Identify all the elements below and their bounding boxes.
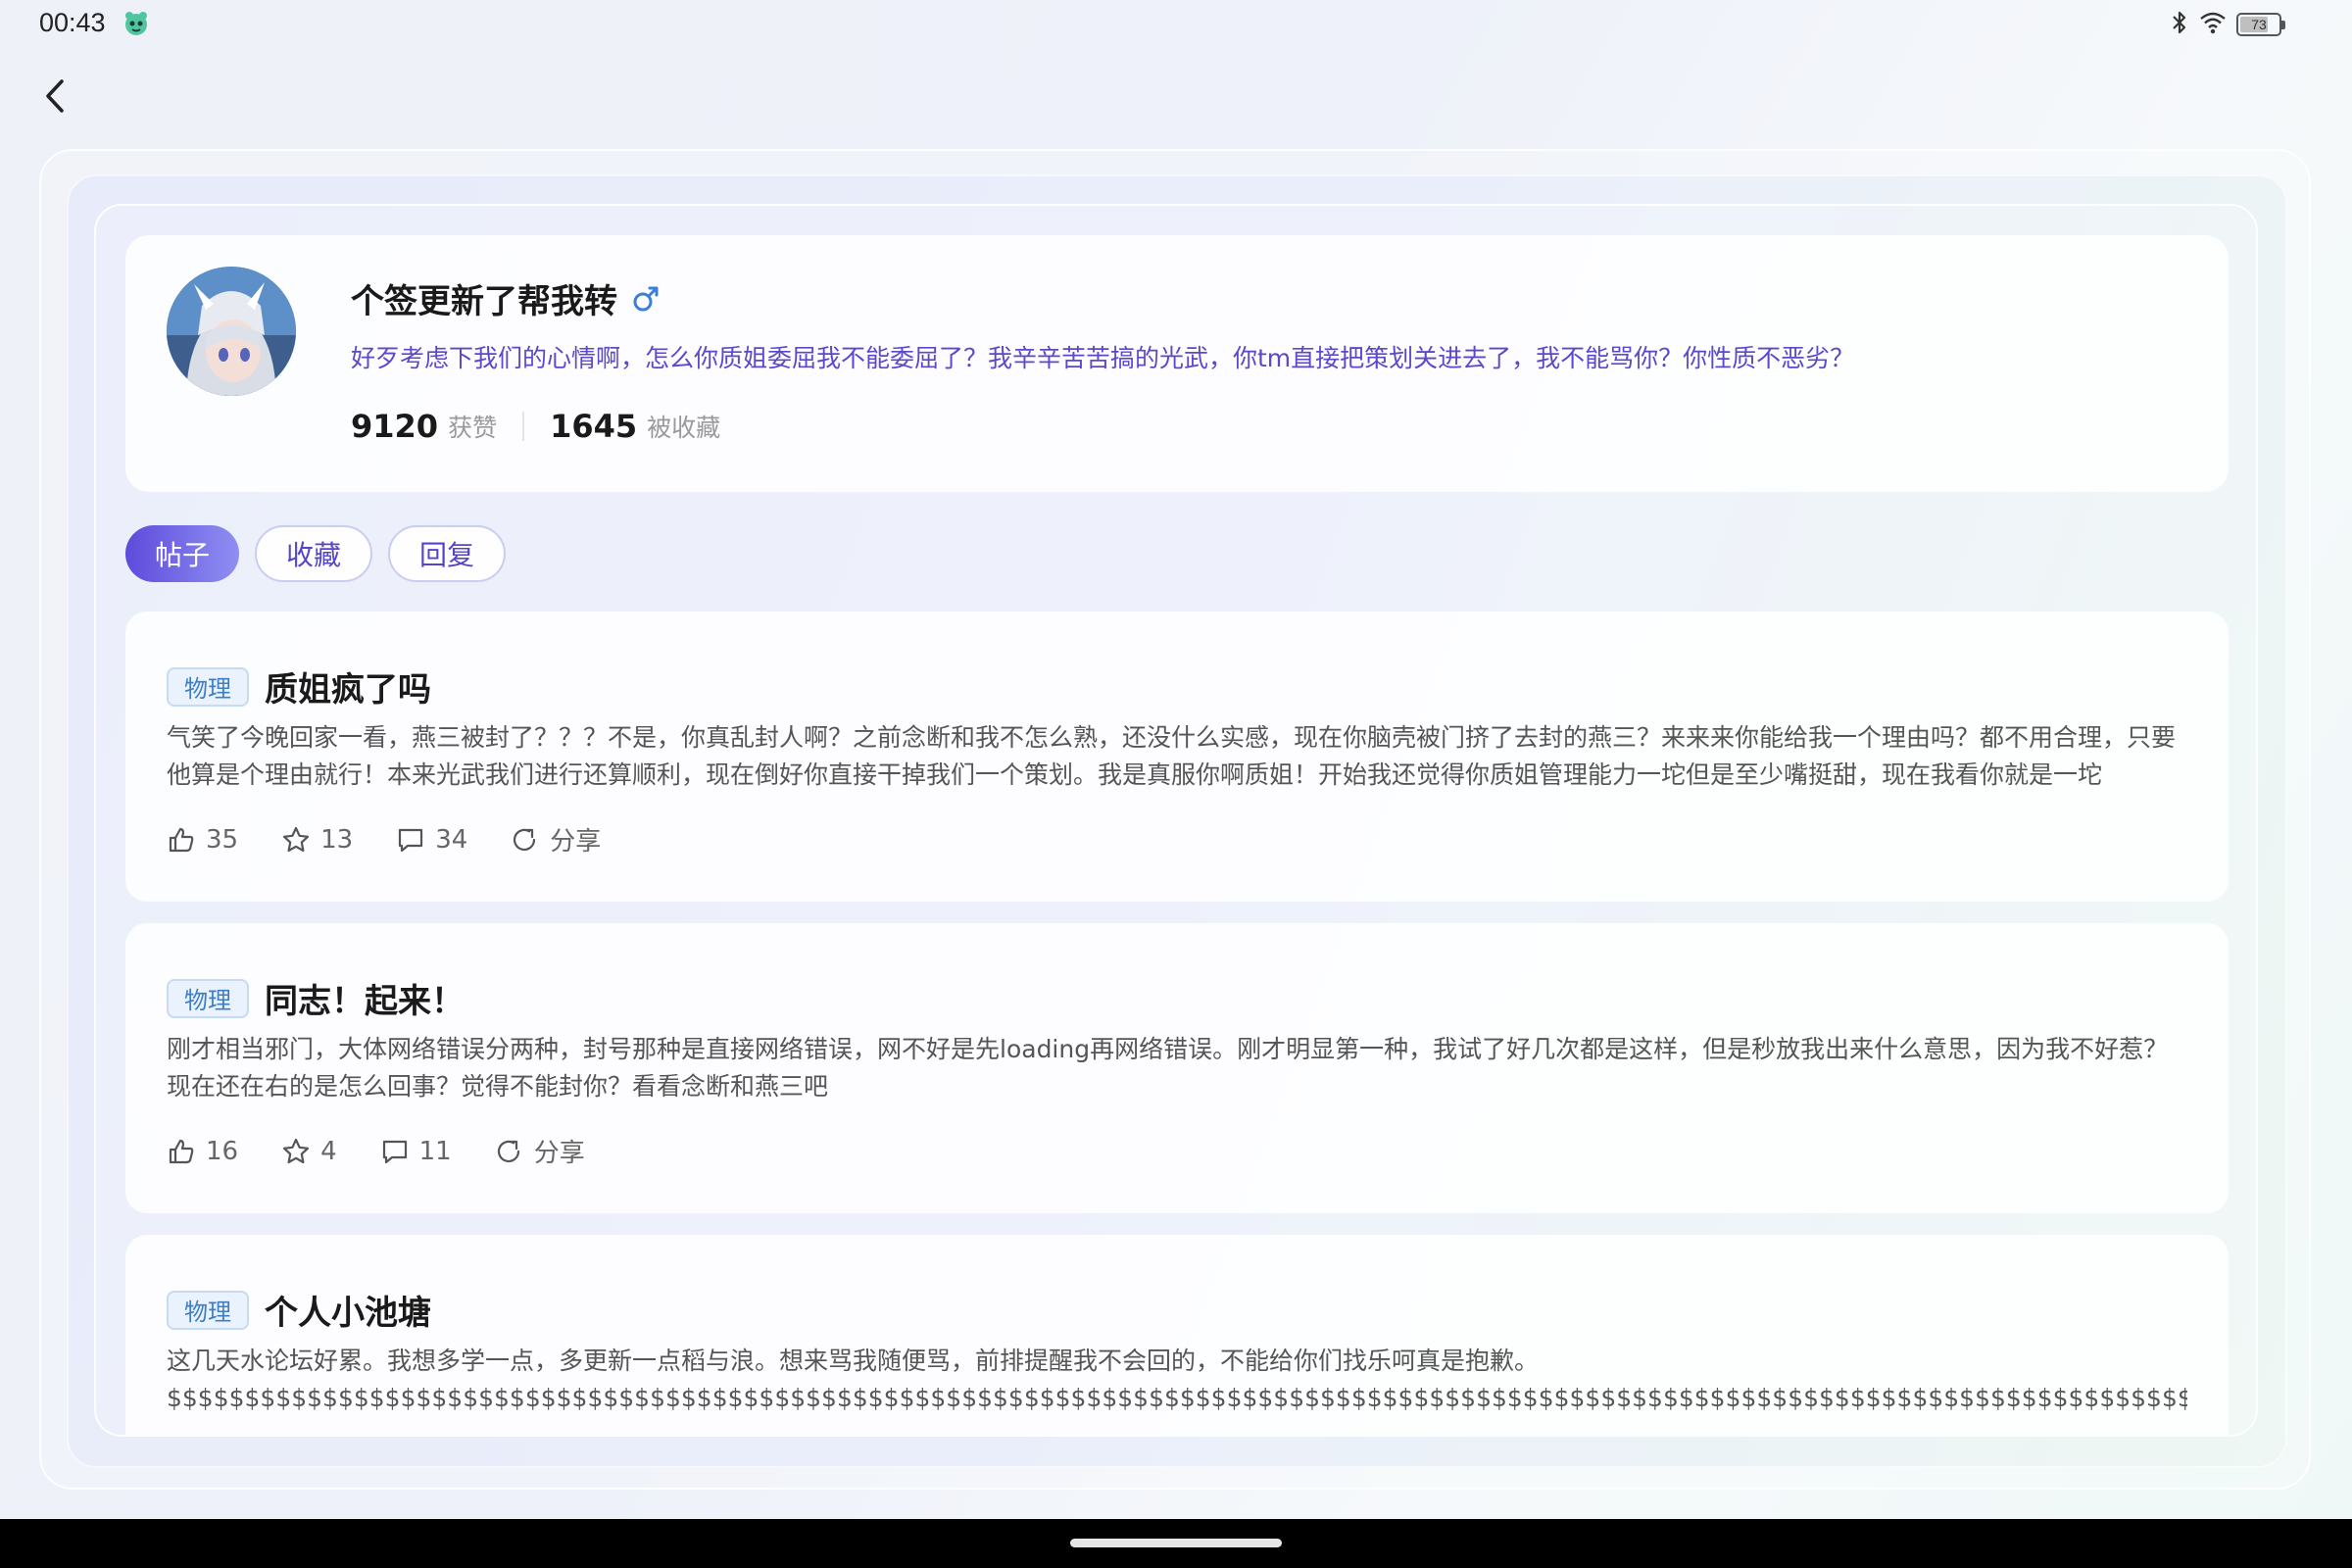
post-title-row: 物理 个人小池塘 [167, 1286, 431, 1334]
share-button[interactable]: 分享 [495, 1133, 585, 1169]
likes-count: 9120 [351, 408, 439, 445]
post-title-row: 物理 质姐疯了吗 [167, 662, 431, 710]
share-label: 分享 [550, 827, 602, 857]
like-count: 35 [206, 824, 239, 855]
post-body[interactable]: 刚才相当邪门，大体网络错误分两种，封号那种是直接网络错误，网不好是先loadin… [167, 1031, 2187, 1105]
share-label: 分享 [533, 1139, 585, 1168]
share-icon [514, 828, 536, 851]
status-bar: 00:43 73 [0, 0, 2352, 49]
back-button[interactable] [35, 74, 74, 118]
content-tabs: 帖子 收藏 回复 [125, 525, 507, 582]
post-card[interactable]: 物理 质姐疯了吗 气笑了今晚回家一看，燕三被封了？？？不是，你真乱封人啊？之前念… [125, 612, 2229, 902]
thumbs-up-icon [169, 827, 194, 852]
username-row: 个签更新了帮我转 [351, 274, 661, 322]
favorited-count: 1645 [550, 408, 638, 445]
username: 个签更新了帮我转 [351, 282, 617, 321]
favorite-count: 13 [320, 824, 354, 855]
post-title-row: 物理 同志！起来！ [167, 974, 465, 1022]
wifi-icon [2199, 11, 2227, 38]
share-button[interactable]: 分享 [511, 821, 601, 858]
post-category-tag[interactable]: 物理 [167, 1290, 249, 1330]
post-category-tag[interactable]: 物理 [167, 666, 249, 707]
profile-panel: 个签更新了帮我转 好歹考虑下我们的心情啊，怎么你质姐委屈我不能委屈了？我辛辛苦苦… [94, 204, 2258, 1437]
like-count: 16 [206, 1136, 239, 1166]
thumbs-up-icon [169, 1139, 194, 1163]
battery-icon: 73 [2236, 13, 2285, 36]
post-actions: 35 13 34 分享 [167, 821, 644, 858]
favorite-button[interactable]: 4 [281, 1137, 337, 1166]
comment-count: 11 [418, 1136, 452, 1166]
star-icon [282, 1138, 310, 1163]
comment-icon [399, 828, 423, 852]
app-notification-icon [122, 10, 151, 37]
post-title[interactable]: 个人小池塘 [265, 1286, 431, 1334]
like-button[interactable]: 16 [167, 1137, 238, 1166]
tab-favorites[interactable]: 收藏 [255, 525, 373, 582]
likes-label: 获赞 [448, 414, 498, 442]
post-actions: 16 4 11 分享 [167, 1133, 628, 1169]
comment-button[interactable]: 11 [380, 1137, 452, 1166]
comment-button[interactable]: 34 [396, 825, 467, 855]
home-indicator[interactable] [1070, 1539, 1282, 1547]
tab-replies[interactable]: 回复 [388, 525, 507, 582]
share-icon [497, 1140, 519, 1162]
comment-icon [382, 1140, 407, 1163]
chevron-left-icon [46, 79, 64, 113]
favorite-button[interactable]: 13 [281, 825, 353, 855]
profile-card: 个签更新了帮我转 好歹考虑下我们的心情啊，怎么你质姐委屈我不能委屈了？我辛辛苦苦… [125, 235, 2229, 492]
user-signature: 好歹考虑下我们的心情啊，怎么你质姐委屈我不能委屈了？我辛辛苦苦搞的光武，你tm直… [351, 344, 1855, 372]
male-gender-icon [633, 286, 659, 311]
status-time: 00:43 [39, 8, 106, 37]
bluetooth-icon [2170, 10, 2189, 39]
like-button[interactable]: 35 [167, 825, 238, 855]
battery-percentage: 73 [2251, 17, 2267, 32]
stats-divider [522, 412, 525, 441]
post-body[interactable]: 这几天水论坛好累。我想多学一点，多更新一点稻与浪。想来骂我随便骂，前排提醒我不会… [167, 1343, 2187, 1417]
avatar[interactable] [167, 267, 296, 396]
comment-count: 34 [435, 824, 468, 855]
user-stats: 9120 获赞 1645 被收藏 [351, 408, 720, 445]
post-title[interactable]: 质姐疯了吗 [265, 662, 431, 710]
post-category-tag[interactable]: 物理 [167, 978, 249, 1018]
favorite-count: 4 [320, 1136, 337, 1166]
post-title[interactable]: 同志！起来！ [265, 974, 465, 1022]
tab-posts[interactable]: 帖子 [125, 525, 240, 582]
star-icon [282, 826, 310, 852]
post-body[interactable]: 气笑了今晚回家一看，燕三被封了？？？不是，你真乱封人啊？之前念断和我不怎么熟，还… [167, 719, 2187, 794]
post-card[interactable]: 物理 个人小池塘 这几天水论坛好累。我想多学一点，多更新一点稻与浪。想来骂我随便… [125, 1235, 2229, 1435]
post-card[interactable]: 物理 同志！起来！ 刚才相当邪门，大体网络错误分两种，封号那种是直接网络错误，网… [125, 923, 2229, 1213]
favorited-label: 被收藏 [647, 414, 721, 442]
system-navigation-bar [0, 1519, 2352, 1568]
